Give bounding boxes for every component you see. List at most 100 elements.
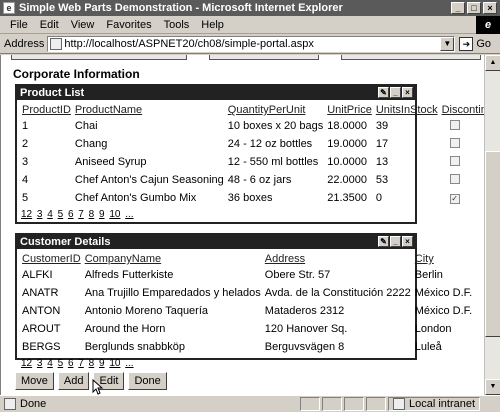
cell-id: 3 xyxy=(22,156,29,168)
address-url[interactable]: http://localhost/ASPNET20/ch08/simple-po… xyxy=(64,38,313,50)
col-companyname[interactable]: CompanyName xyxy=(83,252,263,266)
pager-link[interactable]: 9 xyxy=(99,358,105,369)
cell-price: 18.0000 xyxy=(327,120,367,132)
table-row: 4 Chef Anton's Cajun Seasoning 48 - 6 oz… xyxy=(20,171,484,189)
zone-edge-mid xyxy=(209,55,319,60)
menu-edit[interactable]: Edit xyxy=(34,19,65,31)
add-button[interactable]: Add xyxy=(57,372,90,390)
menu-view[interactable]: View xyxy=(65,19,101,31)
scroll-up-icon[interactable]: ▲ xyxy=(485,55,500,71)
cell-stock: 13 xyxy=(375,156,389,168)
mouse-cursor-icon xyxy=(92,379,104,395)
table-row: BERGS Berglunds snabbköp Berguvsvägen 8 … xyxy=(20,338,474,356)
col-unitsinstock[interactable]: UnitsInStock xyxy=(374,103,440,117)
move-button[interactable]: Move xyxy=(15,372,54,390)
col-productid[interactable]: ProductID xyxy=(20,103,73,117)
scroll-down-icon[interactable]: ▼ xyxy=(485,379,500,395)
pencil-icon[interactable]: ✎ xyxy=(378,87,389,98)
pager-link[interactable]: 6 xyxy=(68,209,74,220)
table-row: 2 Chang 24 - 12 oz bottles 19.0000 17 xyxy=(20,135,484,153)
cell-city: London xyxy=(414,323,452,335)
cell-address: Mataderos 2312 xyxy=(264,305,345,317)
cell-id: ANTON xyxy=(22,305,61,317)
pager-link[interactable]: 4 xyxy=(47,209,53,220)
customer-details-title: Customer Details xyxy=(20,236,111,248)
cell-name: Aniseed Syrup xyxy=(74,156,147,168)
pager-link[interactable]: 5 xyxy=(58,209,64,220)
vertical-scrollbar[interactable]: ▲ ▼ xyxy=(484,55,500,395)
discontinued-checkbox xyxy=(449,119,460,130)
cell-name: Chef Anton's Cajun Seasoning xyxy=(74,174,224,186)
page-done-icon xyxy=(4,398,16,410)
zone-text: Local intranet xyxy=(409,398,476,410)
pager-link[interactable]: 3 xyxy=(37,209,43,220)
cell-address: Avda. de la Constitución 2222 xyxy=(264,287,411,299)
cell-id: 5 xyxy=(22,192,29,204)
cell-company: Alfreds Futterkiste xyxy=(84,269,174,281)
status-text: Done xyxy=(20,398,47,410)
minimize-icon[interactable]: _ xyxy=(451,2,465,14)
col-productname[interactable]: ProductName xyxy=(73,103,226,117)
pager-link[interactable]: 10 xyxy=(109,358,120,369)
cell-id: AROUT xyxy=(22,323,61,335)
address-label: Address xyxy=(4,37,45,50)
col-discontinued[interactable]: Discontinued xyxy=(440,103,484,117)
product-pager: 12 3 4 5 6 7 8 9 10 ... xyxy=(17,207,415,224)
cell-id: 2 xyxy=(22,138,29,150)
pencil-icon[interactable]: ✎ xyxy=(378,236,389,247)
cell-qty: 36 boxes xyxy=(227,192,273,204)
pager-link[interactable]: 10 xyxy=(109,209,120,220)
cell-stock: 17 xyxy=(375,138,389,150)
done-button[interactable]: Done xyxy=(128,372,167,390)
cell-stock: 0 xyxy=(375,192,382,204)
menu-favorites[interactable]: Favorites xyxy=(100,19,157,31)
zone-edge-right xyxy=(341,55,481,60)
close-icon[interactable]: × xyxy=(483,2,497,14)
status-segment xyxy=(344,397,364,411)
col-unitprice[interactable]: UnitPrice xyxy=(325,103,374,117)
col-customerid[interactable]: CustomerID xyxy=(20,252,83,266)
cell-name: Chai xyxy=(74,120,98,132)
minimize-icon[interactable]: _ xyxy=(390,236,401,247)
ie-page-icon: e xyxy=(3,2,15,14)
pager-link[interactable]: 7 xyxy=(78,209,84,220)
menu-help[interactable]: Help xyxy=(195,19,230,31)
pager-link[interactable]: 9 xyxy=(99,209,105,220)
pager-link[interactable]: 6 xyxy=(68,358,74,369)
pager-link[interactable]: 12 xyxy=(21,358,32,369)
menu-file[interactable]: File xyxy=(4,19,34,31)
menu-tools[interactable]: Tools xyxy=(158,19,196,31)
go-arrow-icon: ➔ xyxy=(459,36,474,51)
pager-link[interactable]: ... xyxy=(125,358,133,369)
maximize-icon[interactable]: □ xyxy=(467,2,481,14)
col-address[interactable]: Address xyxy=(263,252,413,266)
pager-link[interactable]: 8 xyxy=(89,209,95,220)
pager-link[interactable]: 3 xyxy=(37,358,43,369)
cell-name: Chef Anton's Gumbo Mix xyxy=(74,192,197,204)
close-icon[interactable]: × xyxy=(402,236,413,247)
discontinued-checkbox xyxy=(449,155,460,166)
col-city[interactable]: City xyxy=(413,252,474,266)
cell-stock: 39 xyxy=(375,120,389,132)
scroll-thumb[interactable] xyxy=(485,151,500,337)
close-icon[interactable]: × xyxy=(402,87,413,98)
minimize-icon[interactable]: _ xyxy=(390,87,401,98)
cell-disc xyxy=(440,135,484,153)
go-button[interactable]: ➔ Go xyxy=(459,36,491,51)
pager-link[interactable]: ... xyxy=(125,209,133,220)
cell-disc xyxy=(440,171,484,189)
pager-link[interactable]: 7 xyxy=(78,358,84,369)
pager-link[interactable]: 12 xyxy=(21,209,32,220)
zone-edge-left xyxy=(11,55,187,60)
menu-bar: File Edit View Favorites Tools Help e xyxy=(0,16,500,34)
pager-link[interactable]: 4 xyxy=(47,358,53,369)
pager-link[interactable]: 8 xyxy=(89,358,95,369)
table-row: ALFKI Alfreds Futterkiste Obere Str. 57 … xyxy=(20,266,474,284)
cell-company: Berglunds snabbköp xyxy=(84,341,185,353)
chevron-down-icon[interactable]: ▼ xyxy=(440,36,455,51)
address-input[interactable]: http://localhost/ASPNET20/ch08/simple-po… xyxy=(47,35,456,52)
col-quantityperunit[interactable]: QuantityPerUnit xyxy=(226,103,325,117)
cell-price: 10.0000 xyxy=(327,156,367,168)
cell-price: 21.3500 xyxy=(327,192,367,204)
pager-link[interactable]: 5 xyxy=(58,358,64,369)
